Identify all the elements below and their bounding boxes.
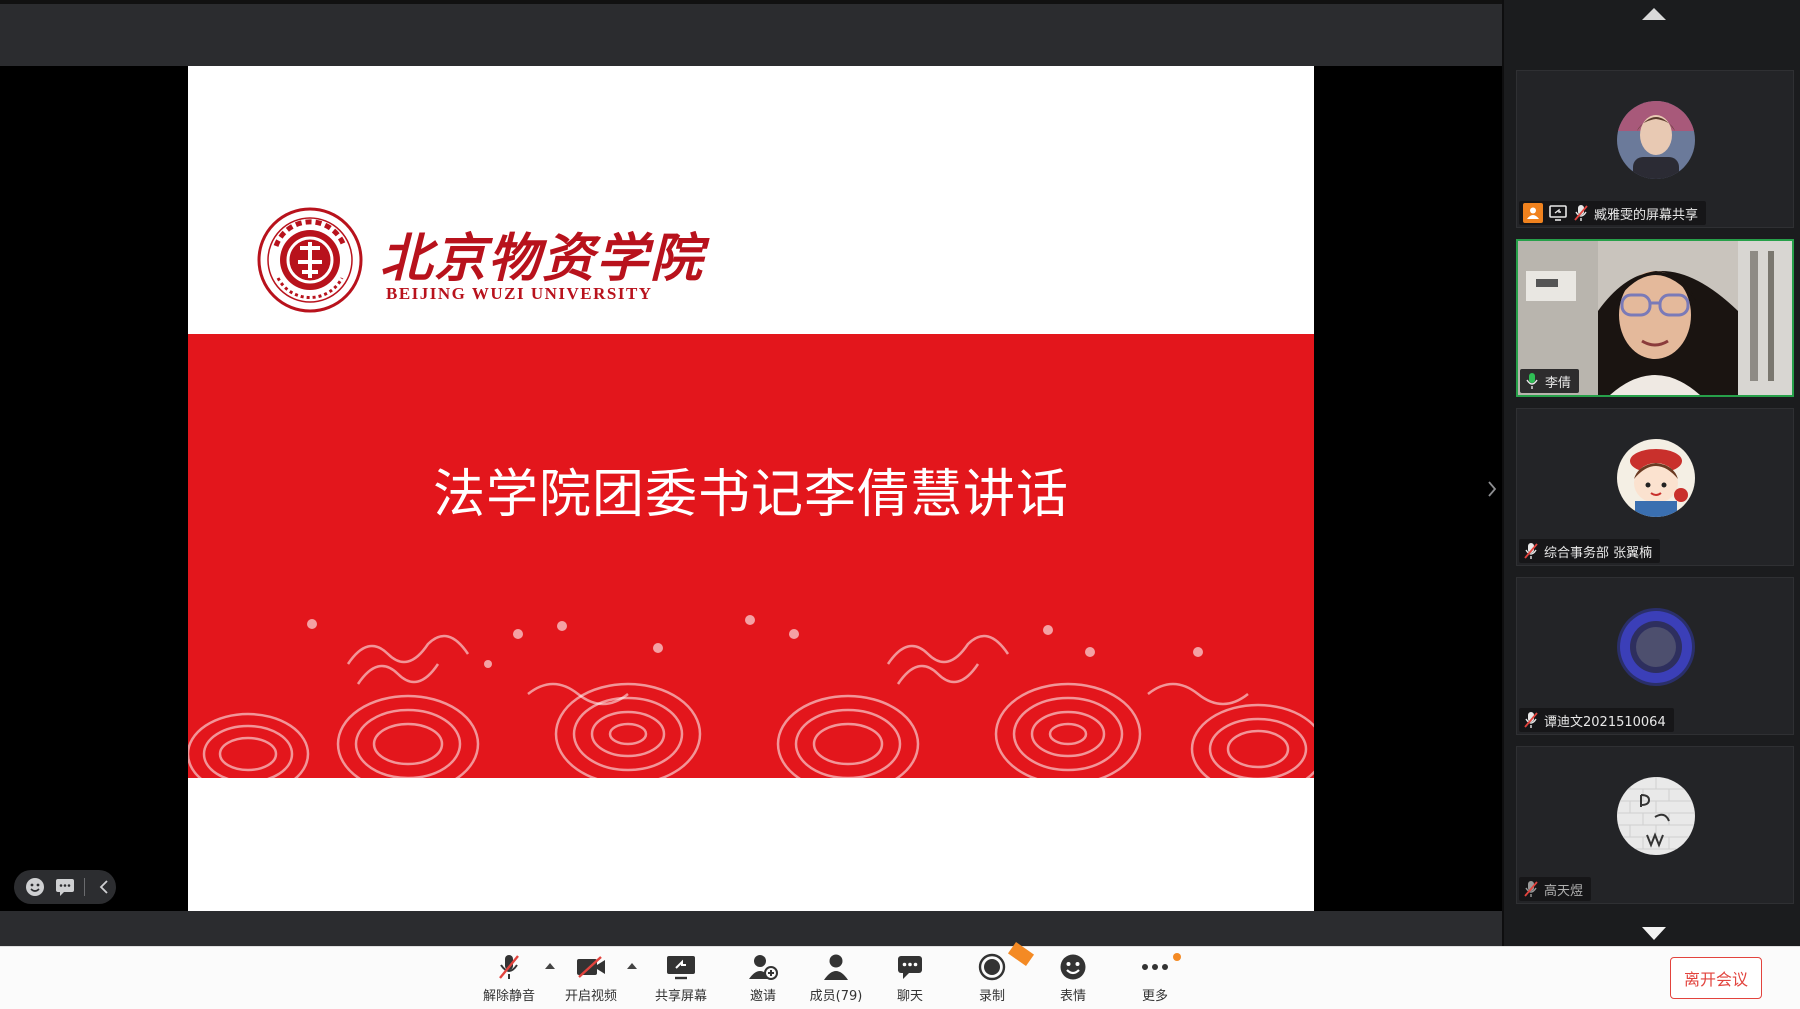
participant-name: 高天煜 — [1544, 883, 1584, 899]
mic-muted-icon — [1523, 542, 1539, 560]
video-off-icon — [574, 951, 608, 983]
mic-active-icon — [1524, 372, 1540, 390]
emoji-icon[interactable] — [24, 876, 46, 898]
participant-name: 臧雅雯的屏幕共享 — [1594, 207, 1699, 223]
slide-header: 北京物资学院 BEIJING WUZI UNIVERSITY — [188, 66, 1314, 334]
cartoon-avatar-icon — [1617, 439, 1695, 517]
scroll-up-arrow-icon[interactable] — [1642, 8, 1666, 20]
participant-tile[interactable]: 臧雅雯的屏幕共享 — [1516, 70, 1794, 228]
slide-title: 法学院团委书记李倩慧讲话 — [432, 465, 1069, 525]
mic-muted-icon — [1573, 204, 1589, 222]
participant-name: 李倩 — [1545, 375, 1572, 391]
meeting-toolbar: 解除静音 开启视频 共享屏幕 邀请 成员(79) 聊天 录制 表情 更多 离开会… — [0, 941, 1800, 1009]
reactions-label: 表情 — [1059, 989, 1086, 1004]
audio-options-caret-icon[interactable] — [545, 963, 555, 969]
mic-muted-icon — [1523, 880, 1539, 898]
slide-footer — [188, 778, 1314, 911]
mic-muted-icon — [492, 951, 526, 983]
university-name-en: BEIJING WUZI UNIVERSITY — [386, 284, 653, 303]
more-label: 更多 — [1141, 989, 1168, 1004]
participant-name-tag: 高天煜 — [1519, 877, 1592, 901]
invite-button[interactable]: 邀请 — [743, 951, 783, 1007]
reactions-button[interactable]: 表情 — [1053, 951, 1093, 1007]
share-screen-label: 共享屏幕 — [654, 989, 707, 1004]
start-video-label: 开启视频 — [564, 989, 617, 1004]
members-icon — [819, 951, 853, 983]
wave-pattern-decoration — [188, 615, 1314, 778]
chat-button[interactable]: 聊天 — [890, 951, 930, 1007]
share-top-bar — [0, 0, 1502, 66]
ring-avatar-icon — [1617, 608, 1695, 686]
unmute-label: 解除静音 — [482, 989, 535, 1004]
members-label: 成员(79) — [809, 989, 863, 1004]
participant-name-tag: 综合事务部 张翼楠 — [1519, 539, 1661, 563]
add-user-icon — [746, 951, 780, 983]
leave-meeting-button[interactable]: 离开会议 — [1670, 957, 1762, 999]
participant-name-tag: 谭迪文2021510064 — [1519, 708, 1674, 732]
shared-screen-area: 北京物资学院 BEIJING WUZI UNIVERSITY 法学院团委书记李倩… — [0, 0, 1502, 946]
video-options-caret-icon[interactable] — [627, 963, 637, 969]
mini-separator — [84, 878, 85, 896]
university-seal-icon — [257, 207, 363, 313]
record-icon — [975, 951, 1009, 983]
participants-panel: 臧雅雯的屏幕共享 李倩 综合事务部 张翼楠 谭迪文2021510064 高天煜 — [1502, 0, 1800, 946]
share-screen-button[interactable]: 共享屏幕 — [650, 951, 712, 1007]
participant-tile[interactable]: 谭迪文2021510064 — [1516, 577, 1794, 735]
participant-tile[interactable]: 综合事务部 张翼楠 — [1516, 408, 1794, 566]
chat-label: 聊天 — [896, 989, 923, 1004]
university-name-cn: 北京物资学院 — [380, 228, 705, 289]
record-button[interactable]: 录制 — [972, 951, 1012, 1007]
share-screen-icon — [664, 951, 698, 983]
record-label: 录制 — [978, 989, 1005, 1004]
floating-mini-controls — [14, 870, 116, 904]
start-video-button[interactable]: 开启视频 — [560, 951, 622, 1007]
mic-muted-icon — [1523, 711, 1539, 729]
participant-name-tag: 臧雅雯的屏幕共享 — [1519, 201, 1707, 225]
notification-dot — [1173, 953, 1181, 961]
members-button[interactable]: 成员(79) — [808, 951, 864, 1007]
emoji-icon — [1056, 951, 1090, 983]
participant-name: 综合事务部 张翼楠 — [1544, 545, 1653, 561]
host-badge-icon — [1523, 203, 1543, 223]
meeting-window: 北京物资学院 BEIJING WUZI UNIVERSITY 法学院团委书记李倩… — [0, 0, 1800, 1009]
slide-red-band: 法学院团委书记李倩慧讲话 — [188, 334, 1314, 778]
share-bottom-bar — [0, 911, 1502, 946]
participant-tile[interactable]: 高天煜 — [1516, 746, 1794, 904]
collapse-panel-chevron-right-icon[interactable] — [1482, 474, 1502, 504]
chat-icon — [893, 951, 927, 983]
presentation-slide: 北京物资学院 BEIJING WUZI UNIVERSITY 法学院团委书记李倩… — [188, 66, 1314, 911]
photo-avatar-icon — [1617, 101, 1695, 179]
screen-share-icon — [1548, 203, 1568, 223]
participant-name-tag: 李倩 — [1520, 369, 1580, 393]
more-button[interactable]: 更多 — [1135, 951, 1175, 1007]
participant-name: 谭迪文2021510064 — [1544, 714, 1666, 730]
chevron-left-icon[interactable] — [93, 876, 115, 898]
unmute-button[interactable]: 解除静音 — [478, 951, 540, 1007]
chat-bubble-icon[interactable] — [54, 876, 76, 898]
album-avatar-icon — [1617, 777, 1695, 855]
more-dots-icon — [1138, 951, 1172, 983]
scroll-down-arrow-icon[interactable] — [1642, 927, 1666, 940]
invite-label: 邀请 — [749, 989, 776, 1004]
share-stage: 北京物资学院 BEIJING WUZI UNIVERSITY 法学院团委书记李倩… — [0, 66, 1502, 911]
participant-tile-active-speaker[interactable]: 李倩 — [1516, 239, 1794, 397]
